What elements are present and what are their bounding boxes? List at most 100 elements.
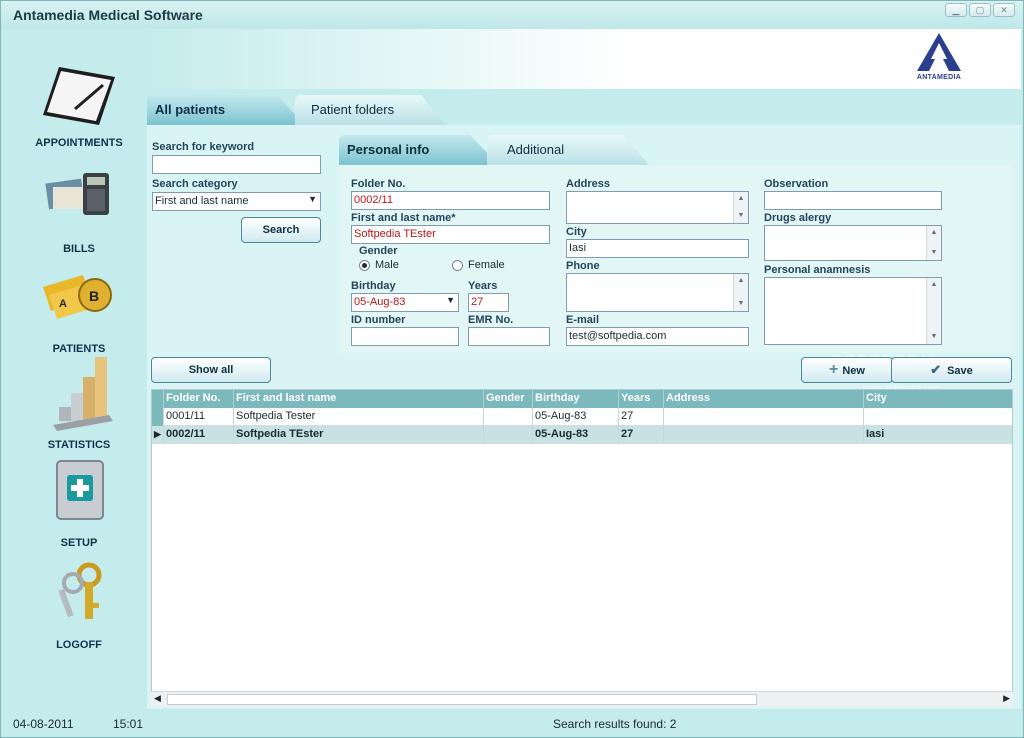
- horizontal-scrollbar[interactable]: ◀ ▶: [151, 691, 1013, 707]
- plus-icon: +: [829, 361, 839, 378]
- sidebar-item-logoff[interactable]: LOGOFF: [9, 561, 149, 651]
- scroll-down-icon[interactable]: ▼: [734, 297, 748, 311]
- column-header[interactable]: Address: [664, 390, 864, 408]
- gender-female-radio[interactable]: Female: [452, 259, 505, 271]
- search-button[interactable]: Search: [241, 217, 321, 243]
- status-date: 04-08-2011: [13, 717, 74, 731]
- tab-additional[interactable]: Additional: [487, 135, 649, 165]
- birthday-picker[interactable]: 05-Aug-83 ▼: [351, 293, 459, 312]
- email-field[interactable]: test@softpedia.com: [566, 327, 749, 346]
- scroll-right-icon[interactable]: ▶: [1003, 693, 1010, 704]
- chevron-down-icon: ▼: [446, 295, 455, 305]
- status-time: 15:01: [113, 717, 144, 731]
- column-header[interactable]: Years: [619, 390, 664, 408]
- scroll-up-icon[interactable]: ▲: [927, 278, 941, 292]
- scroll-left-icon[interactable]: ◀: [154, 693, 161, 704]
- column-header[interactable]: Gender: [484, 390, 533, 408]
- sidebar-item-appointments[interactable]: APPOINTMENTS: [9, 59, 149, 149]
- scroll-down-icon[interactable]: ▼: [927, 246, 941, 260]
- scroll-down-icon[interactable]: ▼: [927, 330, 941, 344]
- table-header: Folder No. First and last name Gender Bi…: [152, 390, 1012, 408]
- address-scrollbar[interactable]: ▲ ▼: [733, 192, 748, 223]
- years-label: Years: [468, 280, 498, 292]
- scroll-down-icon[interactable]: ▼: [734, 209, 748, 223]
- phone-scrollbar[interactable]: ▲ ▼: [733, 274, 748, 311]
- folder-no-label: Folder No.: [351, 178, 406, 190]
- tab-all-patients[interactable]: All patients: [147, 95, 305, 125]
- sidebar-item-label: PATIENTS: [52, 343, 106, 355]
- phone-field[interactable]: ▲ ▼: [566, 273, 749, 312]
- drugs-allergy-field[interactable]: ▲ ▼: [764, 225, 942, 261]
- tab-patient-folders[interactable]: Patient folders: [295, 95, 445, 125]
- folder-no-field[interactable]: 0002/11: [351, 191, 550, 210]
- column-header[interactable]: Birthday: [533, 390, 619, 408]
- id-number-field[interactable]: [351, 327, 459, 346]
- anamnesis-field[interactable]: ▲ ▼: [764, 277, 942, 345]
- gender-label: Gender: [359, 245, 398, 257]
- cell-birthday: 05-Aug-83: [533, 408, 619, 426]
- scroll-up-icon[interactable]: ▲: [734, 274, 748, 288]
- sidebar-item-patients[interactable]: B A PATIENTS: [9, 265, 149, 355]
- keyword-input[interactable]: [152, 155, 321, 174]
- column-header[interactable]: Folder No.: [164, 390, 234, 408]
- save-button-label: Save: [947, 365, 973, 377]
- save-button[interactable]: ✔ Save: [891, 357, 1012, 383]
- scroll-up-icon[interactable]: ▲: [927, 226, 941, 240]
- bar-chart-icon: [39, 355, 119, 433]
- city-field[interactable]: Iasi: [566, 239, 749, 258]
- close-icon[interactable]: ✕: [993, 3, 1015, 17]
- birthday-value: 05-Aug-83: [354, 296, 406, 308]
- tab-personal-info[interactable]: Personal info: [339, 135, 499, 165]
- patients-table: Folder No. First and last name Gender Bi…: [151, 389, 1013, 707]
- female-label: Female: [468, 259, 505, 271]
- column-header[interactable]: First and last name: [234, 390, 484, 408]
- sidebar: APPOINTMENTS BILLS B A PATIENTS STATISTI…: [9, 29, 149, 709]
- cell-years: 27: [619, 426, 664, 444]
- category-select[interactable]: First and last name ▼: [152, 192, 321, 211]
- birthday-label: Birthday: [351, 280, 396, 292]
- sidebar-item-label: APPOINTMENTS: [35, 137, 123, 149]
- new-button[interactable]: + New: [801, 357, 893, 383]
- cell-address: [664, 408, 864, 426]
- table-row-selected[interactable]: ▶ 0002/11 Softpedia TEster 05-Aug-83 27 …: [152, 426, 1012, 444]
- cell-years: 27: [619, 408, 664, 426]
- drugs-scrollbar[interactable]: ▲ ▼: [926, 226, 941, 260]
- calculator-icon: [39, 165, 119, 237]
- cell-folder: 0001/11: [164, 408, 234, 426]
- cell-address: [664, 426, 864, 444]
- table-row[interactable]: 0001/11 Softpedia Tester 05-Aug-83 27: [152, 408, 1012, 426]
- observation-field[interactable]: [764, 191, 942, 210]
- header-banner: ANTAMEDIA: [147, 29, 1021, 89]
- cell-gender: [484, 426, 533, 444]
- column-header[interactable]: City: [864, 390, 1012, 408]
- name-field[interactable]: Softpedia TEster: [351, 225, 550, 244]
- scrollbar-thumb[interactable]: [167, 694, 757, 705]
- svg-text:A: A: [59, 298, 67, 310]
- cell-name: Softpedia Tester: [234, 408, 484, 426]
- sidebar-item-bills[interactable]: BILLS: [9, 165, 149, 255]
- drugs-allergy-label: Drugs alergy: [764, 212, 832, 224]
- radio-selected-icon: [359, 259, 370, 271]
- email-label: E-mail: [566, 314, 600, 326]
- sidebar-item-statistics[interactable]: STATISTICS: [9, 355, 149, 451]
- gender-male-radio[interactable]: Male: [359, 259, 399, 271]
- id-number-label: ID number: [351, 314, 406, 326]
- years-field[interactable]: 27: [468, 293, 509, 312]
- sidebar-item-label: LOGOFF: [56, 639, 102, 651]
- form-tabs: Personal info Additional: [339, 135, 649, 165]
- maximize-icon[interactable]: ▢: [969, 3, 991, 17]
- title-bar: Antamedia Medical Software ▁ ▢ ✕: [1, 1, 1023, 29]
- sidebar-item-setup[interactable]: SETUP: [9, 459, 149, 549]
- scroll-up-icon[interactable]: ▲: [734, 192, 748, 206]
- address-field[interactable]: ▲ ▼: [566, 191, 749, 224]
- app-window: Antamedia Medical Software ▁ ▢ ✕ ANTAMED…: [0, 0, 1024, 738]
- emr-field[interactable]: [468, 327, 550, 346]
- keys-icon: [39, 561, 119, 633]
- minimize-icon[interactable]: ▁: [945, 3, 967, 17]
- sidebar-item-label: BILLS: [63, 243, 95, 255]
- anamnesis-scrollbar[interactable]: ▲ ▼: [926, 278, 941, 344]
- antamedia-logo: ANTAMEDIA: [909, 33, 969, 85]
- new-button-label: New: [842, 365, 865, 377]
- show-all-button[interactable]: Show all: [151, 357, 271, 383]
- row-indicator: [152, 408, 164, 426]
